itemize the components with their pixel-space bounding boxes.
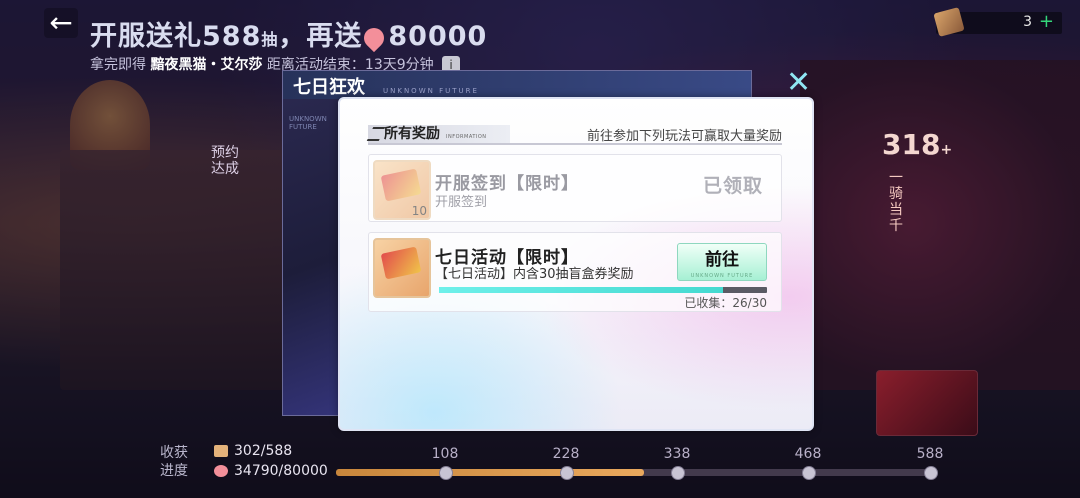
event-title: 开服送礼588抽，再送 80000 (90, 21, 488, 52)
milestone-label: 588 (916, 446, 944, 462)
character-avatar[interactable] (876, 370, 978, 436)
reserve-badge: 预约达成 (211, 145, 239, 177)
panel-vertical-brand: UNKNOWN FUTURE (289, 115, 327, 131)
progress-label: 收获进度 (160, 445, 188, 479)
reward-row-seven-day: 七日活动【限时】 【七日活动】内含30抽盲盒券奖励 前往 UNKNOWN FUT… (368, 232, 782, 312)
go-button[interactable]: 前往 UNKNOWN FUTURE (677, 243, 767, 281)
ticket-icon (933, 7, 965, 37)
section-header: 所有奖励 INFORMATION 前往参加下列玩法可赢取大量奖励 (366, 125, 782, 145)
gem-icon (214, 465, 228, 477)
gem-progress: 34790/80000 (214, 463, 328, 479)
side-number: 318+ (882, 128, 953, 161)
section-tag: 所有奖励 INFORMATION (366, 125, 510, 143)
collect-progress-fill (439, 287, 724, 293)
milestone-label: 468 (794, 446, 822, 462)
ticket-counter: 3 + (933, 7, 1062, 37)
milestone-label: 108 (431, 446, 459, 462)
milestone-node[interactable] (560, 466, 574, 480)
panel-title: 七日狂欢 (293, 77, 365, 98)
add-ticket-button[interactable]: + (1039, 11, 1054, 32)
slash-icon (366, 127, 386, 141)
ticket-reward-icon (373, 238, 431, 298)
back-arrow-icon[interactable]: ← (44, 8, 78, 38)
progress-track (336, 469, 936, 476)
milestone-node[interactable] (802, 466, 816, 480)
ticket-icon (214, 445, 228, 457)
progress-fill (336, 469, 645, 476)
gem-icon (360, 23, 389, 52)
rewards-card: 所有奖励 INFORMATION 前往参加下列玩法可赢取大量奖励 10 开服签到【… (338, 97, 814, 431)
claimed-status: 已领取 (702, 175, 763, 197)
milestone-label: 338 (663, 446, 691, 462)
milestone-node[interactable] (671, 466, 685, 480)
milestone-label: 228 (552, 446, 580, 462)
milestone-node[interactable] (439, 466, 453, 480)
reward-row-signin: 10 开服签到【限时】 开服签到 已领取 (368, 154, 782, 222)
side-vertical-text: 一骑当千 (889, 170, 903, 234)
section-hint: 前往参加下列玩法可赢取大量奖励 (586, 129, 782, 144)
panel-brand: UNKNOWN FUTURE (383, 87, 479, 95)
ticket-progress: 302/588 (214, 443, 292, 459)
collect-count: 已收集：26/30 (684, 296, 767, 310)
ticket-reward-icon: 10 (373, 160, 431, 220)
close-icon[interactable]: ✕ (786, 68, 811, 98)
row-desc: 开服签到 (435, 195, 488, 210)
collect-progress-bar (439, 287, 767, 293)
row-desc: 【七日活动】内含30抽盲盒券奖励 (435, 267, 634, 282)
milestone-node[interactable] (924, 466, 938, 480)
